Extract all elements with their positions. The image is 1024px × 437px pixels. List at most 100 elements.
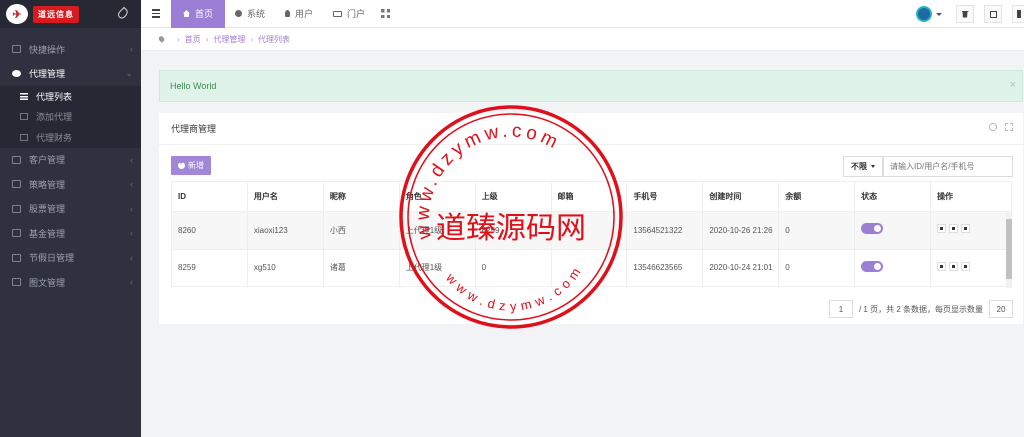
tab-users[interactable]: 用户 (275, 0, 323, 28)
gear-icon (235, 10, 243, 17)
calendar-icon (12, 253, 21, 262)
fullscreen-icon[interactable] (1005, 123, 1013, 131)
grid-icon[interactable] (381, 9, 391, 18)
chevron-left-icon: ‹ (130, 228, 133, 239)
menu-toggle-icon[interactable] (141, 0, 171, 28)
search-input[interactable] (883, 156, 1013, 177)
sidebar: ✈ 道远信息 快捷操作 ‹ 代理管理 ⌄ 代理列表 添加代理 代理财务 客户管理… (0, 0, 141, 437)
scrollbar-thumb[interactable] (1006, 219, 1012, 279)
cell-actions (930, 248, 1012, 287)
avatar[interactable] (916, 6, 932, 22)
breadcrumb-separator: › (177, 34, 180, 44)
status-toggle[interactable] (861, 260, 884, 272)
filter-dropdown[interactable]: 不限 (843, 156, 883, 177)
cell-status (854, 211, 932, 250)
col-phone[interactable]: 手机号 (626, 181, 704, 212)
cell-email (550, 248, 628, 287)
tab-portal[interactable]: 门户 (323, 0, 375, 28)
cell-id: 8259 (171, 248, 248, 287)
page-number-input[interactable] (828, 300, 853, 318)
col-balance[interactable]: 余额 (778, 181, 856, 212)
pager-summary: / 1 页，共 2 条数据，每页显示数量 (858, 304, 983, 314)
sidebar-item-shortcuts[interactable]: 快捷操作 ‹ (0, 37, 141, 62)
chevron-down-icon: ⌄ (125, 68, 133, 79)
tab-label: 用户 (295, 9, 314, 19)
alert-text: Hello World (170, 81, 217, 91)
home-icon (183, 10, 190, 17)
breadcrumb-agent-list[interactable]: 代理列表 (258, 34, 290, 45)
cell-parent: 0 (474, 248, 552, 287)
tab-system[interactable]: 系统 (225, 0, 275, 28)
sidebar-item-label: 节假日管理 (29, 253, 75, 264)
page-size-input[interactable] (989, 300, 1013, 318)
panel-tools (989, 123, 1013, 131)
sidebar-item-stocks[interactable]: 股票管理 ‹ (0, 197, 141, 222)
col-created[interactable]: 创建时间 (702, 181, 780, 212)
user-icon (285, 10, 291, 17)
col-email[interactable]: 邮箱 (550, 181, 628, 212)
col-role[interactable]: 角色 (398, 181, 476, 212)
add-button-label: 新增 (188, 161, 204, 170)
delete-icon[interactable] (949, 224, 959, 234)
status-toggle[interactable] (861, 223, 884, 235)
filter-label: 不限 (851, 162, 867, 171)
cell-role: 上代理1级 (398, 248, 476, 287)
delete-icon[interactable] (949, 261, 959, 271)
edit-icon[interactable] (937, 261, 947, 271)
table-row[interactable]: 8259 xg510 诸葛 上代理1级 0 13546623565 2020-1… (171, 248, 1012, 287)
table-scrollbar[interactable] (1006, 213, 1012, 288)
tab-home[interactable]: 首页 (171, 0, 226, 28)
plus-circle-icon (178, 160, 185, 169)
cell-email (550, 211, 628, 250)
breadcrumb-separator: › (250, 34, 254, 44)
key-icon[interactable] (961, 224, 971, 234)
fullscreen-button[interactable] (984, 5, 1002, 23)
breadcrumb-home[interactable]: 首页 (185, 34, 201, 45)
cell-parent: 8259 (474, 211, 552, 250)
close-icon[interactable]: × (1010, 79, 1016, 91)
top-navbar: 首页 系统 用户 门户 (141, 0, 1024, 28)
sidebar-subitem-add-agent[interactable]: 添加代理 (0, 107, 141, 128)
drop-icon[interactable] (116, 6, 130, 21)
col-nickname[interactable]: 昵称 (322, 181, 400, 212)
pagination: / 1 页，共 2 条数据，每页显示数量 (828, 300, 1013, 318)
tab-label: 首页 (195, 9, 214, 19)
sidebar-item-agents[interactable]: 代理管理 ⌄ (0, 61, 141, 86)
caret-down-icon[interactable] (936, 12, 942, 16)
col-status[interactable]: 状态 (854, 181, 932, 212)
settings-button[interactable] (1012, 5, 1024, 23)
key-icon[interactable] (961, 261, 971, 271)
col-username[interactable]: 用户名 (246, 181, 324, 212)
logo-bar: ✈ 道远信息 (0, 0, 141, 28)
plus-icon (20, 113, 28, 121)
sidebar-subitem-label: 代理列表 (36, 91, 73, 102)
cell-actions (930, 211, 1012, 250)
success-alert: Hello World × (159, 70, 1023, 102)
clear-cache-button[interactable] (956, 5, 974, 23)
sidebar-subitem-agent-list[interactable]: 代理列表 (0, 86, 141, 107)
col-id[interactable]: ID (171, 181, 248, 212)
add-agent-button[interactable]: 新增 (171, 156, 211, 175)
sidebar-subitem-agent-finance[interactable]: 代理财务 (0, 127, 141, 148)
caret-down-icon (871, 165, 875, 168)
agent-panel: 代理商管理 新增 不限 ID 用户名 昵称 角色 上级 邮箱 手机号 创建时间 … (159, 113, 1023, 324)
table-row[interactable]: 8260 xiaoxi123 小西 上代理1级 8259 13564521322… (171, 211, 1012, 250)
edit-icon[interactable] (937, 224, 947, 234)
sidebar-item-strategies[interactable]: 策略管理 ‹ (0, 172, 141, 197)
sidebar-item-customers[interactable]: 客户管理 ‹ (0, 148, 141, 173)
col-actions: 操作 (930, 181, 1012, 212)
strategy-icon (12, 180, 21, 189)
tab-label: 门户 (347, 9, 366, 19)
col-parent[interactable]: 上级 (474, 181, 552, 212)
money-icon (20, 133, 28, 141)
breadcrumb-agent-management[interactable]: 代理管理 (213, 34, 245, 45)
refresh-icon[interactable] (989, 123, 997, 131)
panel-title: 代理商管理 (159, 113, 1023, 145)
sidebar-item-holidays[interactable]: 节假日管理 ‹ (0, 246, 141, 271)
sidebar-item-funds[interactable]: 基金管理 ‹ (0, 221, 141, 246)
sidebar-subitem-label: 代理财务 (36, 132, 73, 143)
sidebar-item-articles[interactable]: 图文管理 ‹ (0, 270, 141, 295)
agent-table: ID 用户名 昵称 角色 上级 邮箱 手机号 创建时间 余额 状态 操作 826… (171, 181, 1012, 287)
sidebar-item-label: 股票管理 (29, 204, 66, 215)
breadcrumb: › 首页 › 代理管理 › 代理列表 (141, 28, 1024, 51)
